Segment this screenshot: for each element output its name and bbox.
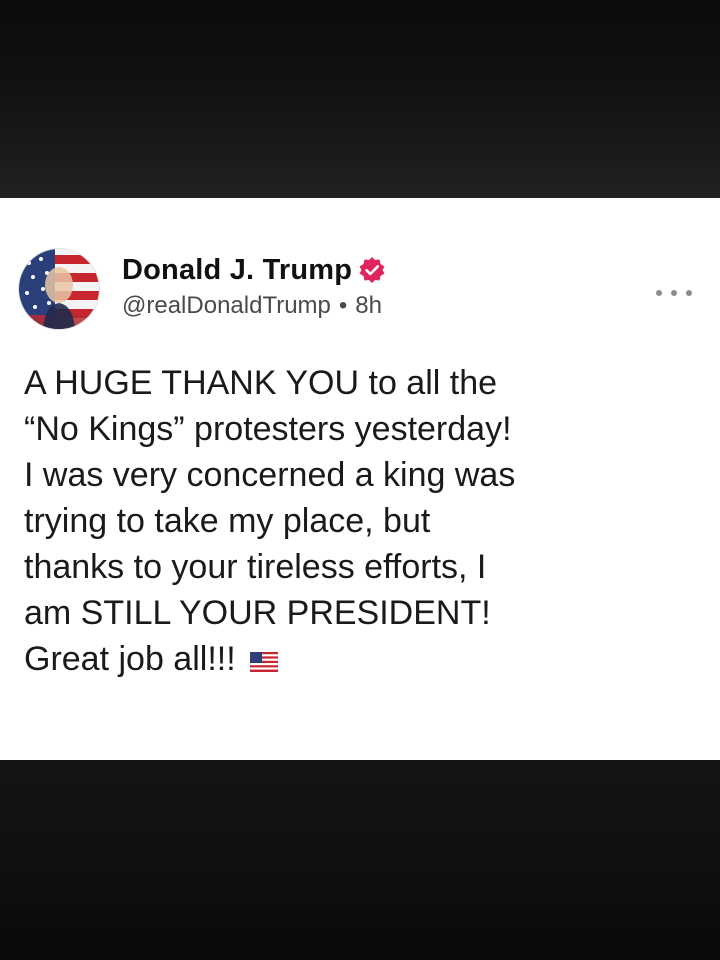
menu-dot <box>671 290 677 296</box>
post-body-last-line: Great job all!!! <box>24 636 700 682</box>
bottom-dark-band <box>0 760 720 960</box>
author-display-name[interactable]: Donald J. Trump <box>122 254 352 287</box>
flag-portrait-avatar-icon <box>19 249 99 329</box>
meta-separator: • <box>338 292 348 319</box>
author-meta-row: @realDonaldTrump • 8h <box>122 292 386 320</box>
menu-dot <box>686 290 692 296</box>
post-body: A HUGE THANK YOU to all the “No Kings” p… <box>24 360 700 682</box>
post-body-line: I was very concerned a king was <box>24 456 516 494</box>
author-handle[interactable]: @realDonaldTrump <box>122 292 331 319</box>
menu-dot <box>656 290 662 296</box>
post-body-line: Great job all!!! <box>24 640 236 678</box>
post-body-line: trying to take my place, but <box>24 502 431 540</box>
author-name-row: Donald J. Trump <box>122 252 386 288</box>
post-body-line: “No Kings” protesters yesterday! <box>24 410 512 448</box>
more-options-icon[interactable] <box>656 286 692 300</box>
post-body-line: thanks to your tireless efforts, I <box>24 548 487 586</box>
post-card[interactable]: Donald J. Trump @realDonaldTrump • 8h A HU… <box>0 198 720 760</box>
post-header: Donald J. Trump @realDonaldTrump • 8h <box>122 252 386 320</box>
post-body-line: am STILL YOUR PRESIDENT! <box>24 594 491 632</box>
top-dark-band <box>0 0 720 198</box>
post-timestamp[interactable]: 8h <box>355 292 382 319</box>
screenshot-frame: Donald J. Trump @realDonaldTrump • 8h A HU… <box>0 0 720 960</box>
post-body-line: A HUGE THANK YOU to all the <box>24 364 498 402</box>
us-flag-emoji-icon <box>249 638 278 673</box>
verified-badge-icon <box>358 256 386 284</box>
avatar[interactable] <box>18 248 100 330</box>
